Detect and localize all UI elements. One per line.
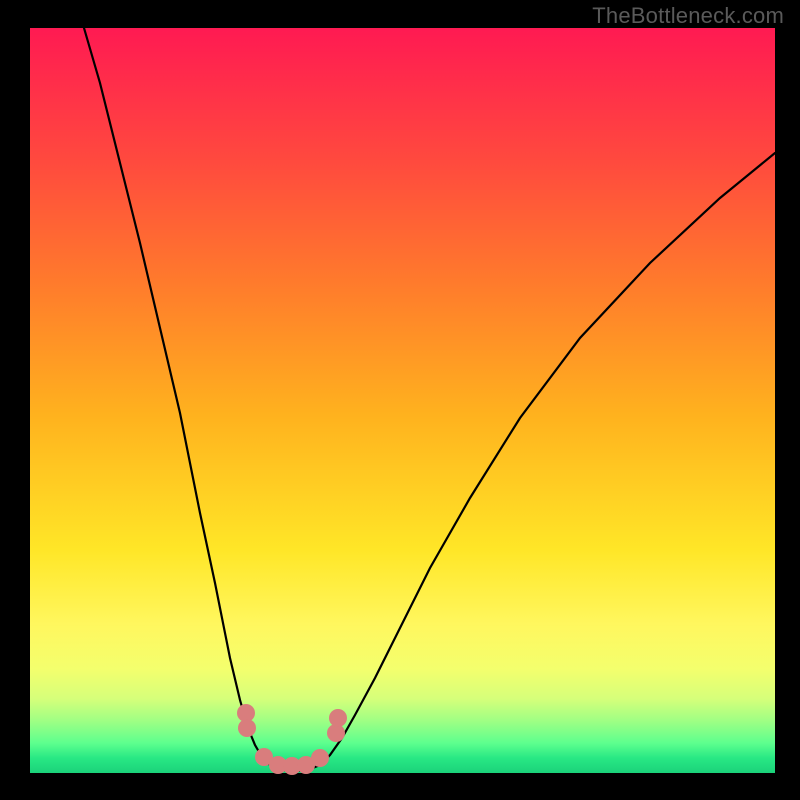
plot-area bbox=[30, 28, 775, 773]
curve-layer bbox=[30, 28, 775, 773]
valley-dot bbox=[238, 719, 256, 737]
bottleneck-curve bbox=[84, 28, 775, 771]
valley-dot bbox=[329, 709, 347, 727]
valley-dot bbox=[311, 749, 329, 767]
watermark-text: TheBottleneck.com bbox=[592, 3, 784, 29]
chart-frame: TheBottleneck.com bbox=[0, 0, 800, 800]
